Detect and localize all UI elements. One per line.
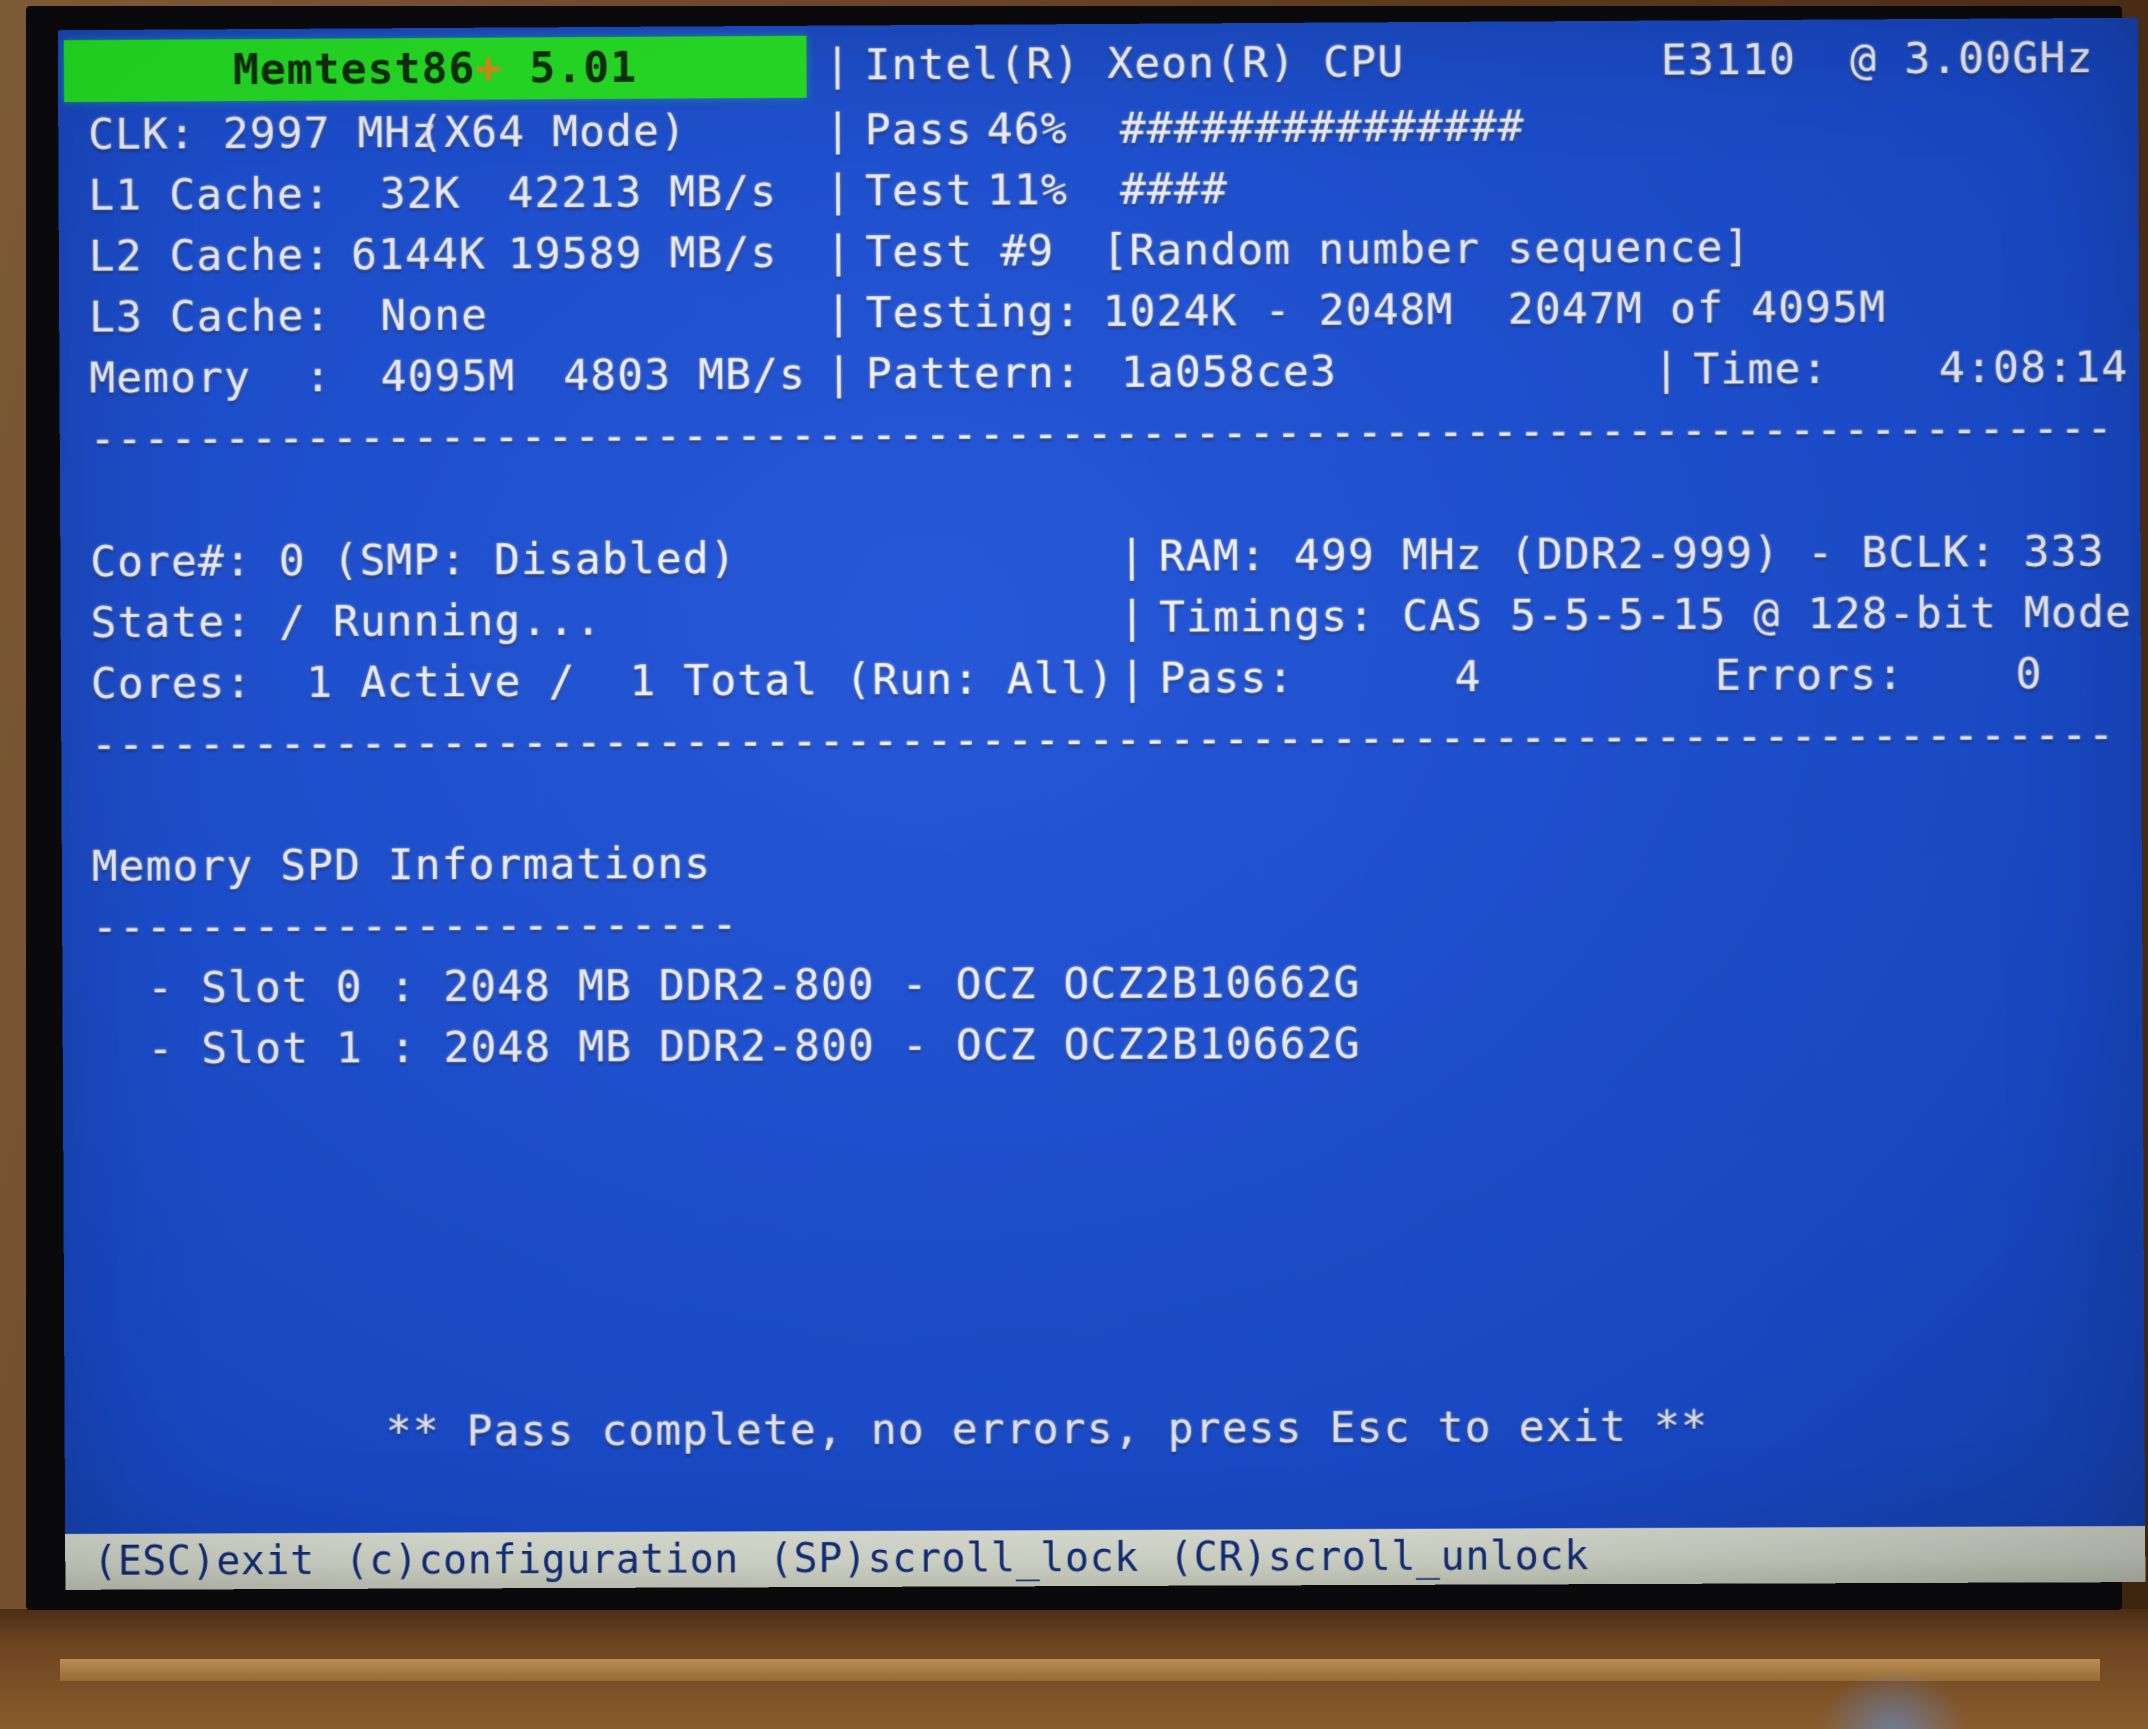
app-title-plus-icon: + bbox=[475, 44, 502, 94]
console-text-area: Memtest86+ 5.01 | Intel(R) Xeon(R) CPU E… bbox=[58, 18, 2145, 1534]
monitor-bezel: Memtest86+ 5.01 | Intel(R) Xeon(R) CPU E… bbox=[26, 6, 2122, 1610]
elapsed-time-value: 4:08:14 bbox=[1939, 337, 2129, 399]
header-divider-pipe-0: | bbox=[824, 35, 851, 96]
spd-underline: ------------------------ bbox=[92, 895, 739, 959]
pass-progress-bar: ############### bbox=[1120, 96, 1525, 159]
pass-count-value: 4 bbox=[1454, 647, 1481, 708]
errors-label: Errors: bbox=[1715, 645, 1905, 707]
status-divider-pipe-0: | bbox=[1119, 527, 1146, 588]
current-test-number: Test #9 bbox=[865, 221, 1054, 283]
testing-label: Testing: bbox=[866, 282, 1082, 344]
elapsed-time-label: Time: bbox=[1693, 339, 1829, 401]
test-progress-percent: 11% bbox=[987, 160, 1068, 221]
ram-timings-status: Timings: CAS 5-5-5-15 @ 128-bit Mode bbox=[1159, 583, 2132, 649]
pattern-value: 1a058ce3 bbox=[1121, 342, 1337, 404]
pass-complete-message: ** Pass complete, no errors, press Esc t… bbox=[386, 1397, 1708, 1463]
ram-speed-status: RAM: 499 MHz (DDR2-999) - BCLK: 333 bbox=[1159, 522, 2105, 588]
core-number-status: Core#: 0 (SMP: Disabled) bbox=[90, 529, 737, 593]
time-divider-pipe: | bbox=[1653, 340, 1680, 401]
app-title-version: 5.01 bbox=[502, 43, 637, 94]
memory-size: 4095M bbox=[381, 346, 516, 408]
header-divider-pipe-5: | bbox=[826, 344, 853, 405]
spd-slot-1: - Slot 1 : 2048 MB DDR2-800 - OCZ OCZ2B1… bbox=[147, 1014, 1361, 1080]
header-divider-pipe-2: | bbox=[825, 161, 852, 222]
errors-value: 0 bbox=[2015, 644, 2042, 705]
l1-cache-label: L1 Cache: bbox=[88, 164, 331, 226]
photo-frame: Memtest86+ 5.01 | Intel(R) Xeon(R) CPU E… bbox=[0, 0, 2148, 1729]
cores-status: Cores: 1 Active / 1 Total (Run: All) bbox=[91, 649, 1115, 715]
separator-line-bottom: ----------------------------------------… bbox=[91, 705, 2115, 776]
app-title-prefix: Memtest86 bbox=[233, 44, 476, 95]
key-esc-exit[interactable]: (ESC)exit bbox=[93, 1538, 315, 1585]
clk-mode: (X64 Mode) bbox=[417, 101, 687, 164]
cpu-sku: E3110 @ 3.00GHz bbox=[1661, 28, 2094, 92]
header-divider-pipe-3: | bbox=[825, 222, 852, 283]
memtest-screen: Memtest86+ 5.01 | Intel(R) Xeon(R) CPU E… bbox=[58, 18, 2146, 1590]
desk-edge bbox=[60, 1659, 2100, 1681]
pass-count-label: Pass: bbox=[1159, 648, 1294, 710]
memory-label: Memory : bbox=[89, 347, 332, 409]
testing-progress-amount: 2047M of 4095M bbox=[1508, 278, 1887, 341]
pass-progress-percent: 46% bbox=[987, 99, 1068, 160]
header-divider-pipe-1: | bbox=[825, 100, 852, 161]
separator-line-top: ----------------------------------------… bbox=[90, 398, 2114, 470]
l1-cache-speed: 42213 MB/s bbox=[507, 162, 777, 225]
l3-cache-label: L3 Cache: bbox=[89, 286, 332, 348]
cpu-model: Intel(R) Xeon(R) CPU bbox=[864, 32, 1404, 96]
current-test-name: [Random number sequence] bbox=[1102, 217, 1751, 282]
status-divider-pipe-1: | bbox=[1119, 588, 1146, 649]
key-help-bar: (ESC)exit (c)configuration (SP)scroll_lock… bbox=[65, 1526, 2145, 1590]
test-progress-bar: #### bbox=[1120, 159, 1228, 221]
header-divider-pipe-4: | bbox=[826, 283, 853, 344]
l2-cache-size: 6144K bbox=[351, 225, 486, 287]
spd-slot-0: - Slot 0 : 2048 MB DDR2-800 - OCZ OCZ2B1… bbox=[147, 953, 1361, 1020]
clk-info: CLK: 2997 MHz bbox=[88, 103, 438, 166]
memory-speed: 4803 MB/s bbox=[563, 345, 806, 407]
l3-cache-size: None bbox=[380, 285, 488, 347]
l2-cache-label: L2 Cache: bbox=[89, 225, 332, 287]
pattern-label: Pattern: bbox=[866, 343, 1082, 405]
background-glow bbox=[1818, 1669, 1968, 1729]
key-scroll-unlock[interactable]: (CR)scroll_unlock bbox=[1169, 1533, 1589, 1581]
testing-address-range: 1024K - 2048M bbox=[1102, 280, 1453, 343]
app-title: Memtest86+ 5.01 bbox=[64, 36, 807, 102]
spd-heading: Memory SPD Informations bbox=[92, 834, 712, 898]
l1-cache-size: 32K bbox=[380, 164, 461, 225]
key-configuration[interactable]: (c)configuration bbox=[345, 1536, 739, 1583]
status-divider-pipe-2: | bbox=[1119, 649, 1146, 710]
state-status: State: / Running... bbox=[90, 591, 602, 655]
test-progress-label: Test bbox=[865, 161, 973, 223]
key-scroll-lock[interactable]: (SP)scroll_lock bbox=[769, 1535, 1139, 1582]
l2-cache-speed: 19589 MB/s bbox=[508, 223, 778, 285]
pass-progress-label: Pass bbox=[865, 100, 973, 162]
